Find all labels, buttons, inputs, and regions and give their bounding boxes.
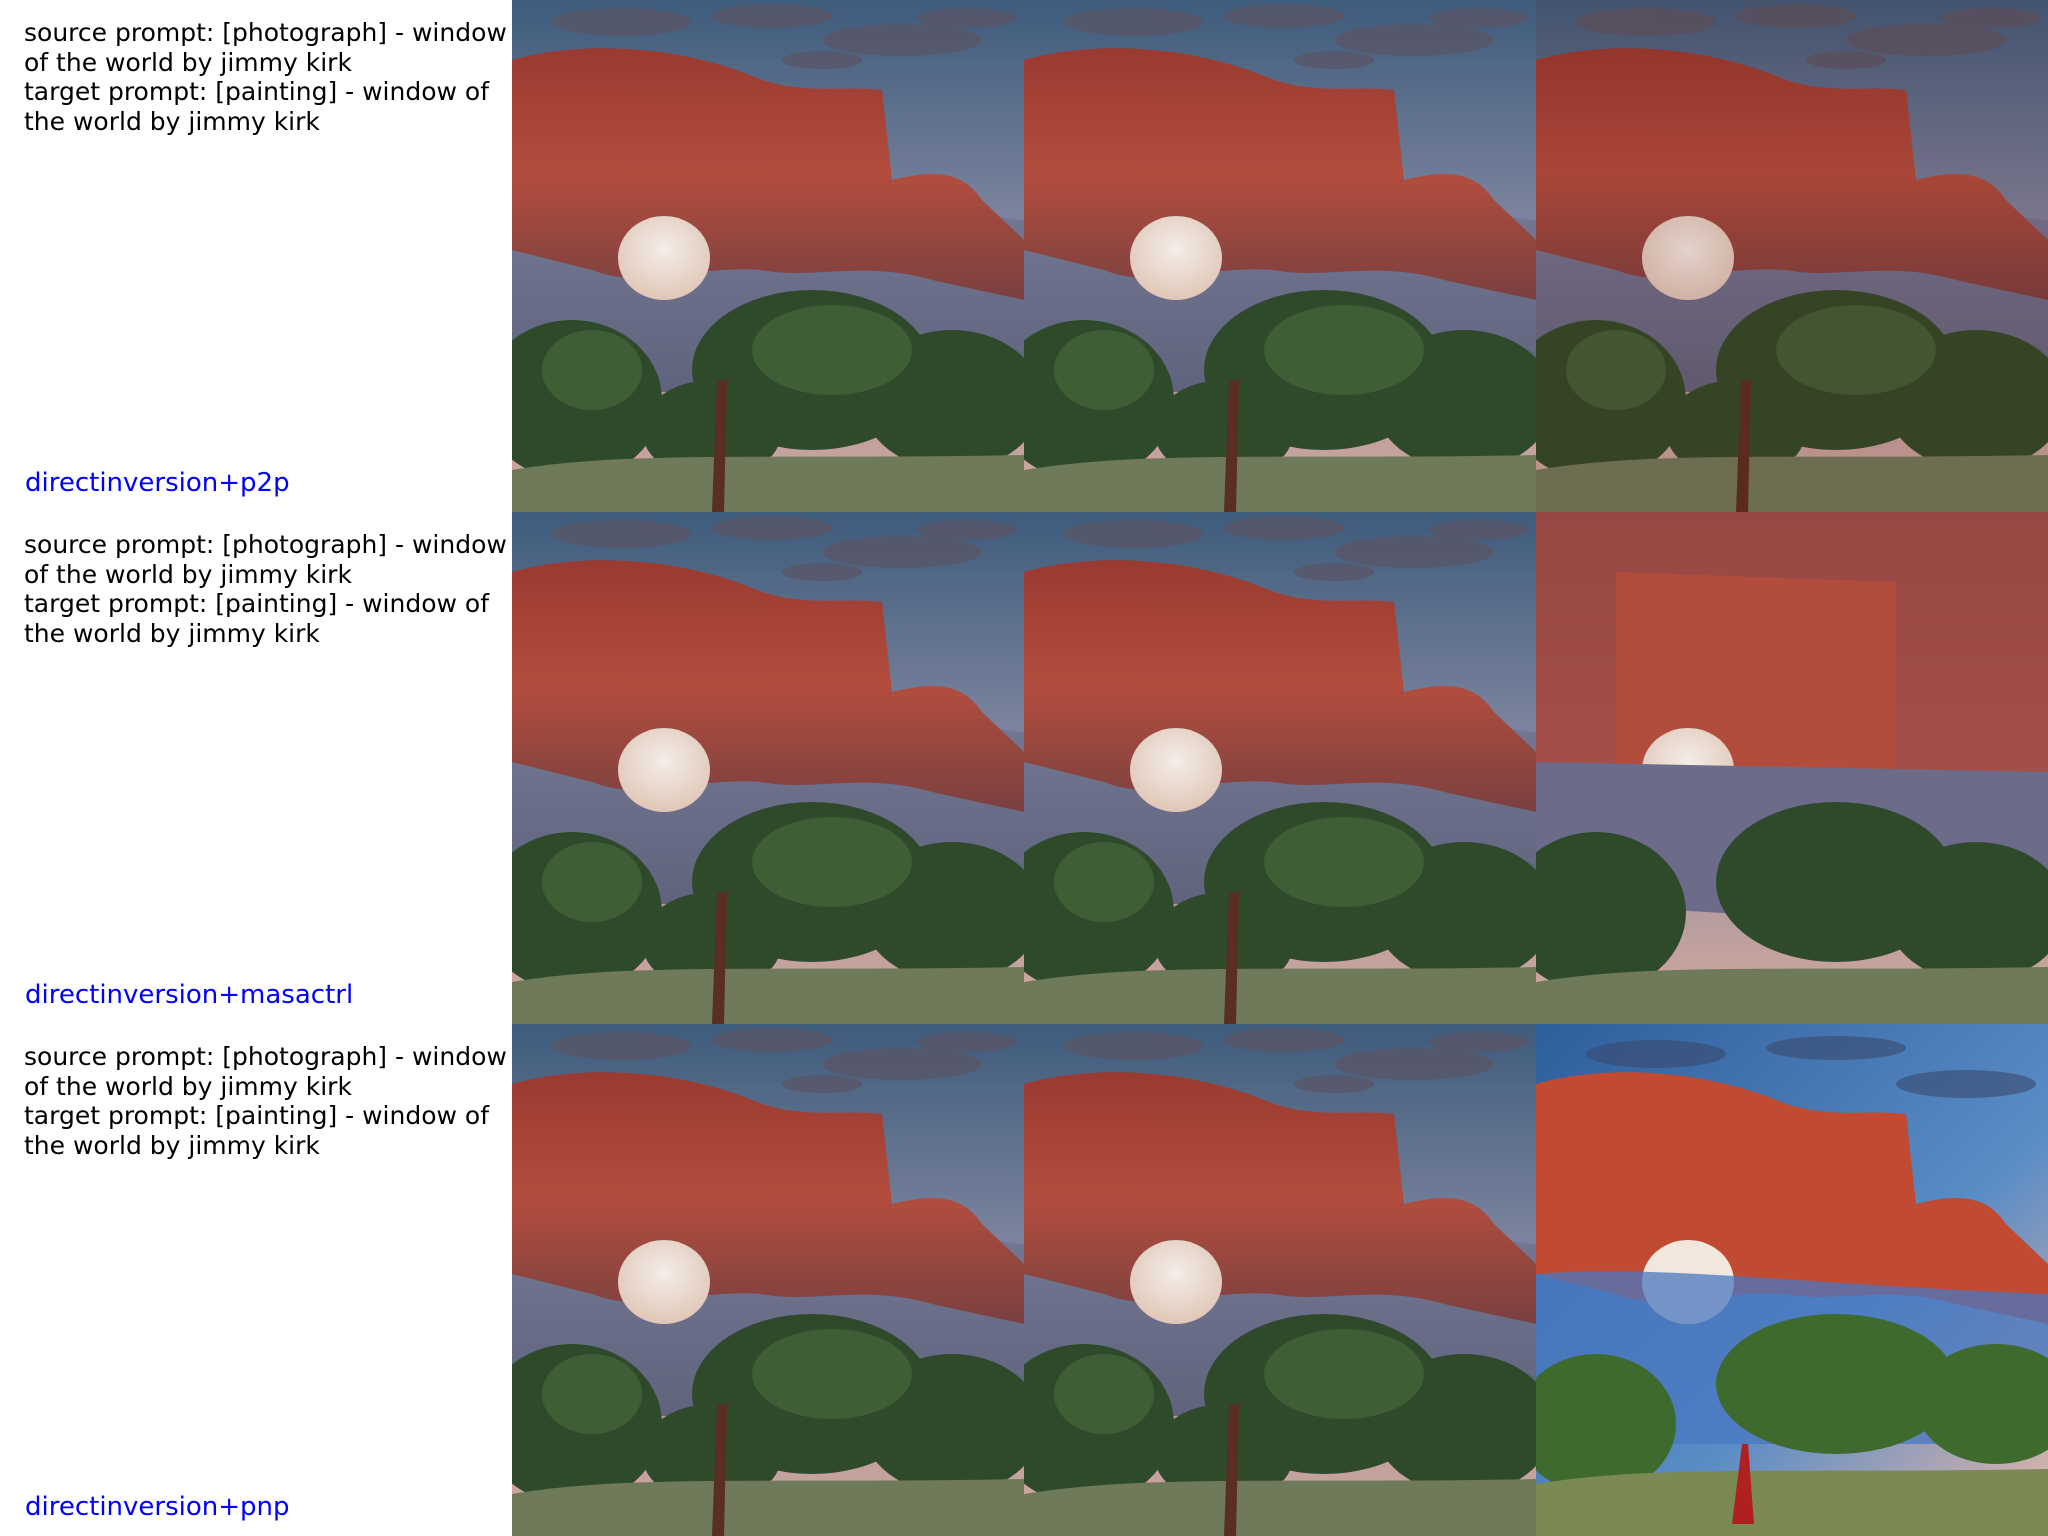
method-label: directinversion+masactrl xyxy=(25,980,354,1010)
prompt-block: source prompt: [photograph] - window of … xyxy=(24,18,514,136)
source-image xyxy=(512,0,1024,512)
source-prompt: source prompt: [photograph] - window of … xyxy=(24,18,507,77)
source-image xyxy=(512,1024,1024,1536)
row-label-cell: source prompt: [photograph] - window of … xyxy=(0,512,512,1024)
source-prompt: source prompt: [photograph] - window of … xyxy=(24,530,507,589)
row-label-cell: source prompt: [photograph] - window of … xyxy=(0,0,512,512)
inverted-image xyxy=(1024,512,1536,1024)
inverted-image xyxy=(1024,0,1536,512)
target-prompt: target prompt: [painting] - window of th… xyxy=(24,589,490,648)
source-image xyxy=(512,512,1024,1024)
target-prompt: target prompt: [painting] - window of th… xyxy=(24,1101,490,1160)
edited-image xyxy=(1536,1024,2048,1536)
row-label-cell: source prompt: [photograph] - window of … xyxy=(0,1024,512,1536)
method-label: directinversion+pnp xyxy=(25,1492,290,1522)
comparison-grid: source prompt: [photograph] - window of … xyxy=(0,0,2048,1536)
edited-image xyxy=(1536,0,2048,512)
source-prompt: source prompt: [photograph] - window of … xyxy=(24,1042,507,1101)
method-label: directinversion+p2p xyxy=(25,468,290,498)
prompt-block: source prompt: [photograph] - window of … xyxy=(24,1042,514,1160)
prompt-block: source prompt: [photograph] - window of … xyxy=(24,530,514,648)
edited-image xyxy=(1536,512,2048,1024)
target-prompt: target prompt: [painting] - window of th… xyxy=(24,77,490,136)
inverted-image xyxy=(1024,1024,1536,1536)
